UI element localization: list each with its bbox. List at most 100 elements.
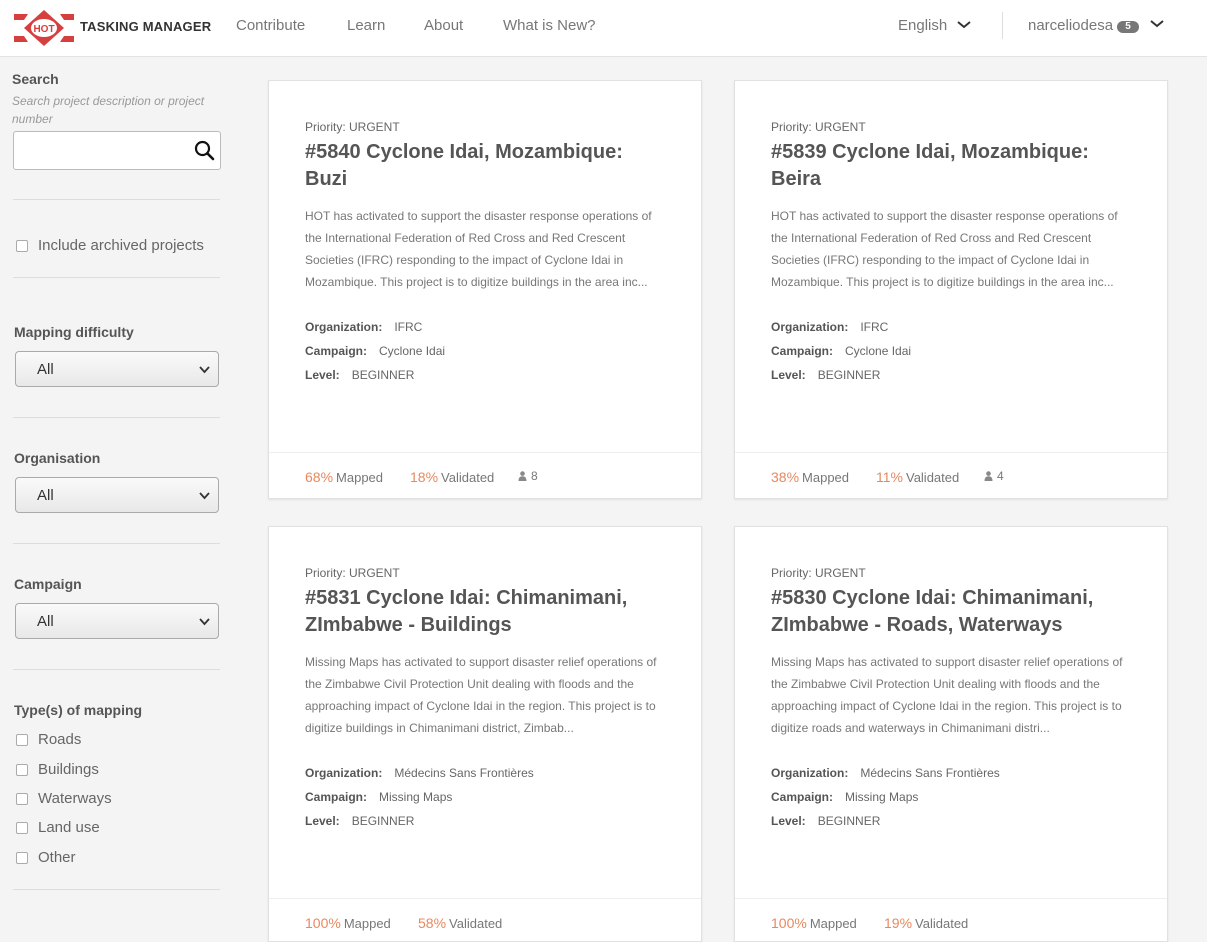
checkbox-label: Land use [38,819,100,836]
validated-label: Validated [915,916,969,931]
project-campaign: Campaign: Missing Maps [771,790,918,804]
mapped-percent: 100% [771,915,807,931]
project-title[interactable]: #5839 Cyclone Idai, Mozambique: Beira [771,139,1131,193]
nav-learn[interactable]: Learn [347,17,385,34]
search-field[interactable] [13,131,221,170]
checkbox-box[interactable] [16,793,28,805]
sidebar-divider [13,417,220,418]
language-selector[interactable]: English [898,17,947,34]
nav-whats-new[interactable]: What is New? [503,17,596,34]
checkbox-box[interactable] [16,240,28,252]
header-divider [1002,12,1003,39]
project-card[interactable]: Priority: URGENT #5840 Cyclone Idai, Moz… [268,80,702,499]
project-level: Level: BEGINNER [771,814,880,828]
validated-label: Validated [449,916,503,931]
nav-contribute[interactable]: Contribute [236,17,305,34]
username: narceliodesa [1028,17,1114,34]
checkbox-label: Buildings [38,761,99,778]
search-hint: Search project description or project nu… [12,94,205,126]
meta-value: Médecins Sans Frontières [860,766,1000,780]
project-organization: Organization: Médecins Sans Frontières [305,766,534,780]
search-input[interactable] [20,140,188,162]
top-navbar: HOT TASKING MANAGER Contribute Learn Abo… [0,0,1207,57]
sidebar-divider [13,199,220,200]
sidebar-divider [13,277,220,278]
card-footer: 100% Mapped 58% Validated [269,898,701,942]
checkbox-box[interactable] [16,764,28,776]
organisation-select[interactable]: All [15,477,219,513]
meta-value: BEGINNER [351,814,415,828]
mapped-stat: 100% Mapped [771,915,857,931]
mapped-label: Mapped [336,470,384,485]
project-card[interactable]: Priority: URGENT #5830 Cyclone Idai: Chi… [734,526,1168,942]
project-title[interactable]: #5840 Cyclone Idai, Mozambique: Buzi [305,139,665,193]
chevron-down-icon [199,618,210,626]
meta-label: Level: [305,814,340,828]
meta-label: Organization: [771,766,849,780]
meta-value: BEGINNER [351,368,415,382]
meta-value: Cyclone Idai [845,344,912,358]
validated-stat: 19% Validated [884,915,968,931]
select-value: All [37,361,54,378]
search-label: Search [12,71,59,87]
validated-stat: 18% Validated [410,469,494,485]
select-value: All [37,613,54,630]
brand-name[interactable]: TASKING MANAGER [80,19,211,34]
meta-value: Missing Maps [845,790,919,804]
mapping-types-label: Type(s) of mapping [14,702,143,718]
project-organization: Organization: Médecins Sans Frontières [771,766,1000,780]
campaign-select[interactable]: All [15,603,219,639]
user-icon [518,471,527,481]
project-organization: Organization: IFRC [305,320,422,334]
mapped-label: Mapped [802,470,850,485]
project-title[interactable]: #5830 Cyclone Idai: Chimanimani, ZImbabw… [771,585,1131,639]
hot-logo-icon[interactable]: HOT [14,10,74,46]
mapped-percent: 68% [305,469,334,485]
contributors-count: 8 [518,469,538,483]
validated-percent: 11% [876,469,903,485]
project-description: Missing Maps has activated to support di… [305,655,657,735]
project-card[interactable]: Priority: URGENT #5831 Cyclone Idai: Chi… [268,526,702,942]
project-card[interactable]: Priority: URGENT #5839 Cyclone Idai, Moz… [734,80,1168,499]
meta-label: Level: [771,368,806,382]
meta-value: IFRC [394,320,423,334]
checkbox-box[interactable] [16,734,28,746]
checkbox-box[interactable] [16,822,28,834]
project-priority: Priority: URGENT [305,566,400,580]
meta-value: Missing Maps [379,790,453,804]
contributors-value: 8 [531,469,538,483]
project-campaign: Campaign: Cyclone Idai [771,344,911,358]
validated-label: Validated [905,470,960,485]
project-campaign: Campaign: Cyclone Idai [305,344,445,358]
mapped-stat: 100% Mapped [305,915,391,931]
nav-about[interactable]: About [424,17,463,34]
project-organization: Organization: IFRC [771,320,888,334]
validated-percent: 58% [418,915,447,931]
chevron-down-icon[interactable] [1150,20,1164,28]
project-description: Missing Maps has activated to support di… [771,655,1123,735]
select-value: All [37,487,54,504]
difficulty-select[interactable]: All [15,351,219,387]
project-level: Level: BEGINNER [305,368,414,382]
meta-label: Organization: [771,320,849,334]
project-priority: Priority: URGENT [771,566,866,580]
contributors-value: 4 [997,469,1004,483]
project-title[interactable]: #5831 Cyclone Idai: Chimanimani, ZImbabw… [305,585,665,639]
card-footer: 38% Mapped 11% Validated 4 [735,452,1167,498]
user-menu[interactable]: narceliodesa [1028,17,1113,34]
card-footer: 68% Mapped 18% Validated 8 [269,452,701,498]
mapped-label: Mapped [343,916,391,931]
chevron-down-icon [199,492,210,500]
meta-value: Médecins Sans Frontières [394,766,534,780]
organisation-label: Organisation [14,450,101,466]
notification-badge[interactable]: 5 [1117,21,1139,33]
meta-label: Campaign: [771,344,834,358]
checkbox-box[interactable] [16,852,28,864]
chevron-down-icon[interactable] [957,21,971,29]
meta-label: Level: [305,368,340,382]
project-priority: Priority: URGENT [771,120,866,134]
search-icon[interactable] [194,140,215,161]
checkbox-label: Other [38,849,76,866]
validated-stat: 11% Validated [876,469,959,485]
language-label: English [898,17,948,34]
